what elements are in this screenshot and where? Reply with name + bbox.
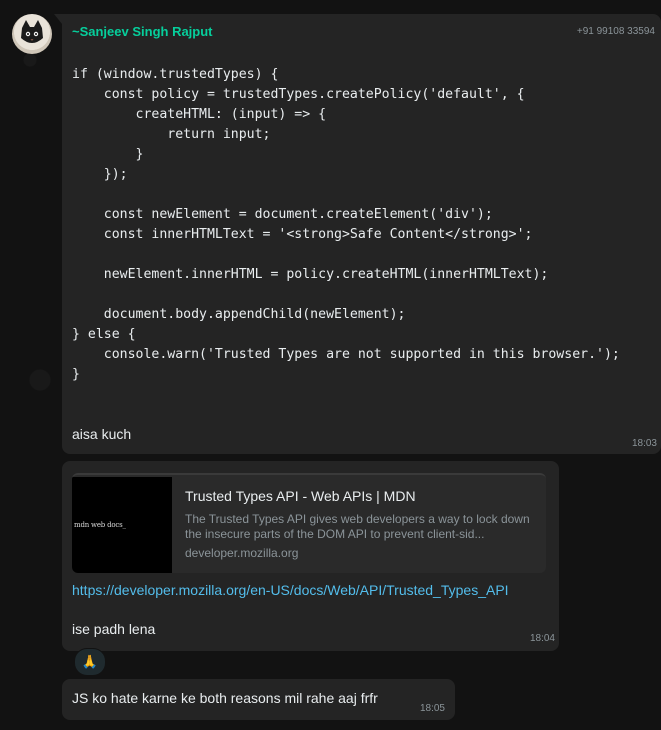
message-text: JS ko hate karne ke both reasons mil rah…: [72, 690, 378, 706]
reaction-badge[interactable]: 🙏: [74, 648, 106, 676]
code-block: if (window.trustedTypes) { const policy …: [72, 67, 620, 382]
bubble-tail: [54, 14, 62, 24]
avatar[interactable]: [12, 14, 52, 54]
chat-panel: ~Sanjeev Singh Rajput +91 99108 33594 if…: [0, 0, 661, 730]
message-text: aisa kuch: [72, 426, 132, 442]
link-preview-card[interactable]: mdn web docs_ Trusted Types API - Web AP…: [72, 473, 546, 573]
sender-name[interactable]: ~Sanjeev Singh Rajput: [72, 24, 213, 39]
message-bubble[interactable]: mdn web docs_ Trusted Types API - Web AP…: [62, 461, 559, 651]
link-preview-thumbnail: mdn web docs_: [72, 477, 172, 573]
link-preview-domain: developer.mozilla.org: [185, 546, 299, 560]
link-preview-description: The Trusted Types API gives web develope…: [185, 512, 530, 541]
message-bubble[interactable]: JS ko hate karne ke both reasons mil rah…: [62, 679, 455, 720]
message-text: ise padh lena: [72, 621, 156, 637]
thumbnail-text: mdn web docs_: [74, 521, 126, 529]
message-time: 18:04: [529, 633, 555, 644]
message-bubble[interactable]: ~Sanjeev Singh Rajput +91 99108 33594 if…: [62, 14, 661, 454]
cat-avatar-icon: [21, 20, 43, 43]
message-time: 18:03: [631, 438, 657, 449]
sender-phone: +91 99108 33594: [576, 26, 655, 37]
message-link[interactable]: https://developer.mozilla.org/en-US/docs…: [72, 582, 509, 598]
link-preview-title: Trusted Types API - Web APIs | MDN: [185, 488, 416, 504]
message-time: 18:05: [419, 703, 445, 714]
